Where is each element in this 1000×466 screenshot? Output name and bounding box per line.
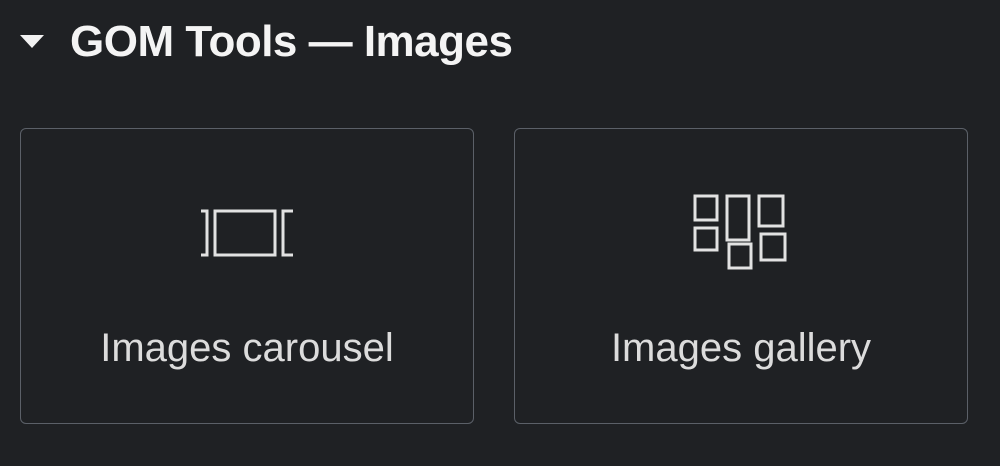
panel-title: GOM Tools — Images (70, 17, 513, 66)
gallery-icon (693, 194, 787, 270)
widget-images-carousel[interactable]: Images carousel (20, 128, 474, 424)
carousel-icon (201, 209, 293, 257)
panel-header[interactable]: GOM Tools — Images (0, 0, 1000, 92)
widget-label: Images carousel (100, 326, 394, 370)
caret-down-icon[interactable] (20, 35, 44, 48)
widget-label: Images gallery (610, 326, 872, 370)
widget-images-gallery[interactable]: Images gallery (514, 128, 968, 424)
